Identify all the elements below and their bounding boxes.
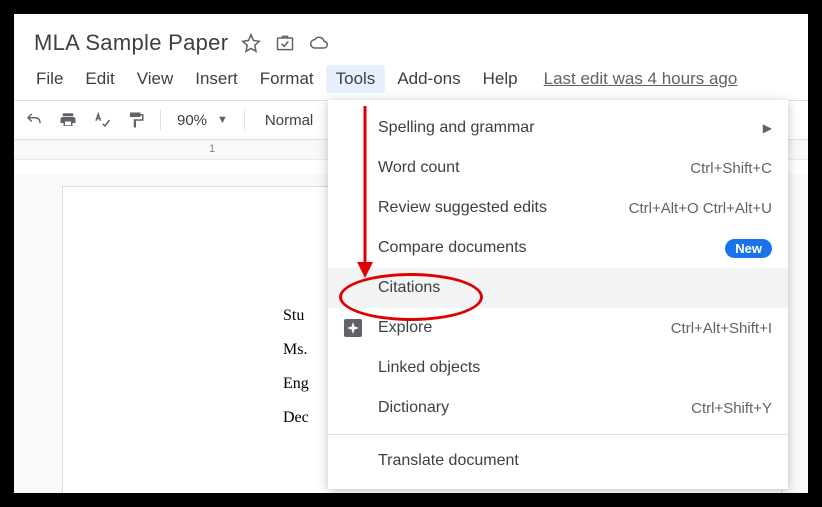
menu-item-label: Explore bbox=[378, 319, 671, 337]
spacer-icon bbox=[342, 117, 364, 139]
menu-bar: File Edit View Insert Format Tools Add-o… bbox=[14, 58, 808, 94]
menu-item-shortcut: Ctrl+Shift+C bbox=[690, 160, 772, 177]
spellcheck-icon[interactable] bbox=[88, 106, 116, 134]
menu-item-shortcut: Ctrl+Alt+O Ctrl+Alt+U bbox=[629, 200, 772, 217]
spacer-icon bbox=[342, 397, 364, 419]
new-badge: New bbox=[725, 239, 772, 258]
explore-icon bbox=[342, 317, 364, 339]
menu-item-label: Review suggested edits bbox=[378, 199, 629, 217]
menu-item-translate[interactable]: Translate document bbox=[328, 441, 788, 481]
menu-item-dictionary[interactable]: Dictionary Ctrl+Shift+Y bbox=[328, 388, 788, 428]
toolbar-separator bbox=[244, 109, 245, 131]
menu-tools[interactable]: Tools bbox=[326, 65, 386, 93]
print-icon[interactable] bbox=[54, 106, 82, 134]
star-icon[interactable] bbox=[240, 32, 262, 54]
menu-item-explore[interactable]: Explore Ctrl+Alt+Shift+I bbox=[328, 308, 788, 348]
menu-item-shortcut: Ctrl+Alt+Shift+I bbox=[671, 320, 772, 337]
menu-item-label: Word count bbox=[378, 159, 690, 177]
menu-item-citations[interactable]: Citations bbox=[328, 268, 788, 308]
move-icon[interactable] bbox=[274, 32, 296, 54]
menu-item-label: Spelling and grammar bbox=[378, 119, 763, 137]
zoom-value: 90% bbox=[177, 112, 207, 129]
spacer-icon bbox=[342, 237, 364, 259]
paint-format-icon[interactable] bbox=[122, 106, 150, 134]
zoom-picker[interactable]: 90% ▼ bbox=[171, 112, 234, 129]
toolbar-separator bbox=[160, 109, 161, 131]
menu-item-label: Linked objects bbox=[378, 359, 772, 377]
ruler-tick-1: 1 bbox=[209, 143, 215, 155]
title-bar: MLA Sample Paper bbox=[14, 14, 808, 58]
style-value: Normal bbox=[265, 112, 313, 129]
spacer-icon bbox=[342, 357, 364, 379]
menu-item-review-edits[interactable]: Review suggested edits Ctrl+Alt+O Ctrl+A… bbox=[328, 188, 788, 228]
document-title[interactable]: MLA Sample Paper bbox=[34, 30, 228, 56]
menu-addons[interactable]: Add-ons bbox=[387, 65, 470, 93]
paragraph-style-picker[interactable]: Normal bbox=[255, 112, 323, 129]
menu-insert[interactable]: Insert bbox=[185, 65, 248, 93]
spacer-icon bbox=[342, 277, 364, 299]
menu-item-spelling[interactable]: Spelling and grammar ▶ bbox=[328, 108, 788, 148]
menu-divider bbox=[328, 434, 788, 435]
chevron-down-icon: ▼ bbox=[217, 114, 228, 126]
undo-icon[interactable] bbox=[20, 106, 48, 134]
menu-edit[interactable]: Edit bbox=[75, 65, 124, 93]
menu-format[interactable]: Format bbox=[250, 65, 324, 93]
cloud-status-icon[interactable] bbox=[308, 32, 330, 54]
menu-item-shortcut: Ctrl+Shift+Y bbox=[691, 400, 772, 417]
last-edit-link[interactable]: Last edit was 4 hours ago bbox=[544, 69, 738, 89]
spacer-icon bbox=[342, 157, 364, 179]
menu-item-label: Dictionary bbox=[378, 399, 691, 417]
menu-view[interactable]: View bbox=[127, 65, 184, 93]
spacer-icon bbox=[342, 450, 364, 472]
menu-item-word-count[interactable]: Word count Ctrl+Shift+C bbox=[328, 148, 788, 188]
submenu-arrow-icon: ▶ bbox=[763, 121, 772, 135]
spacer-icon bbox=[342, 197, 364, 219]
menu-item-label: Compare documents bbox=[378, 239, 725, 257]
menu-file[interactable]: File bbox=[26, 65, 73, 93]
menu-help[interactable]: Help bbox=[473, 65, 528, 93]
menu-item-linked-objects[interactable]: Linked objects bbox=[328, 348, 788, 388]
menu-item-label: Citations bbox=[378, 279, 772, 297]
app-window: MLA Sample Paper File Edit View Insert F… bbox=[14, 14, 808, 493]
menu-item-label: Translate document bbox=[378, 452, 772, 470]
tools-dropdown: Spelling and grammar ▶ Word count Ctrl+S… bbox=[328, 100, 788, 489]
menu-item-compare[interactable]: Compare documents New bbox=[328, 228, 788, 268]
